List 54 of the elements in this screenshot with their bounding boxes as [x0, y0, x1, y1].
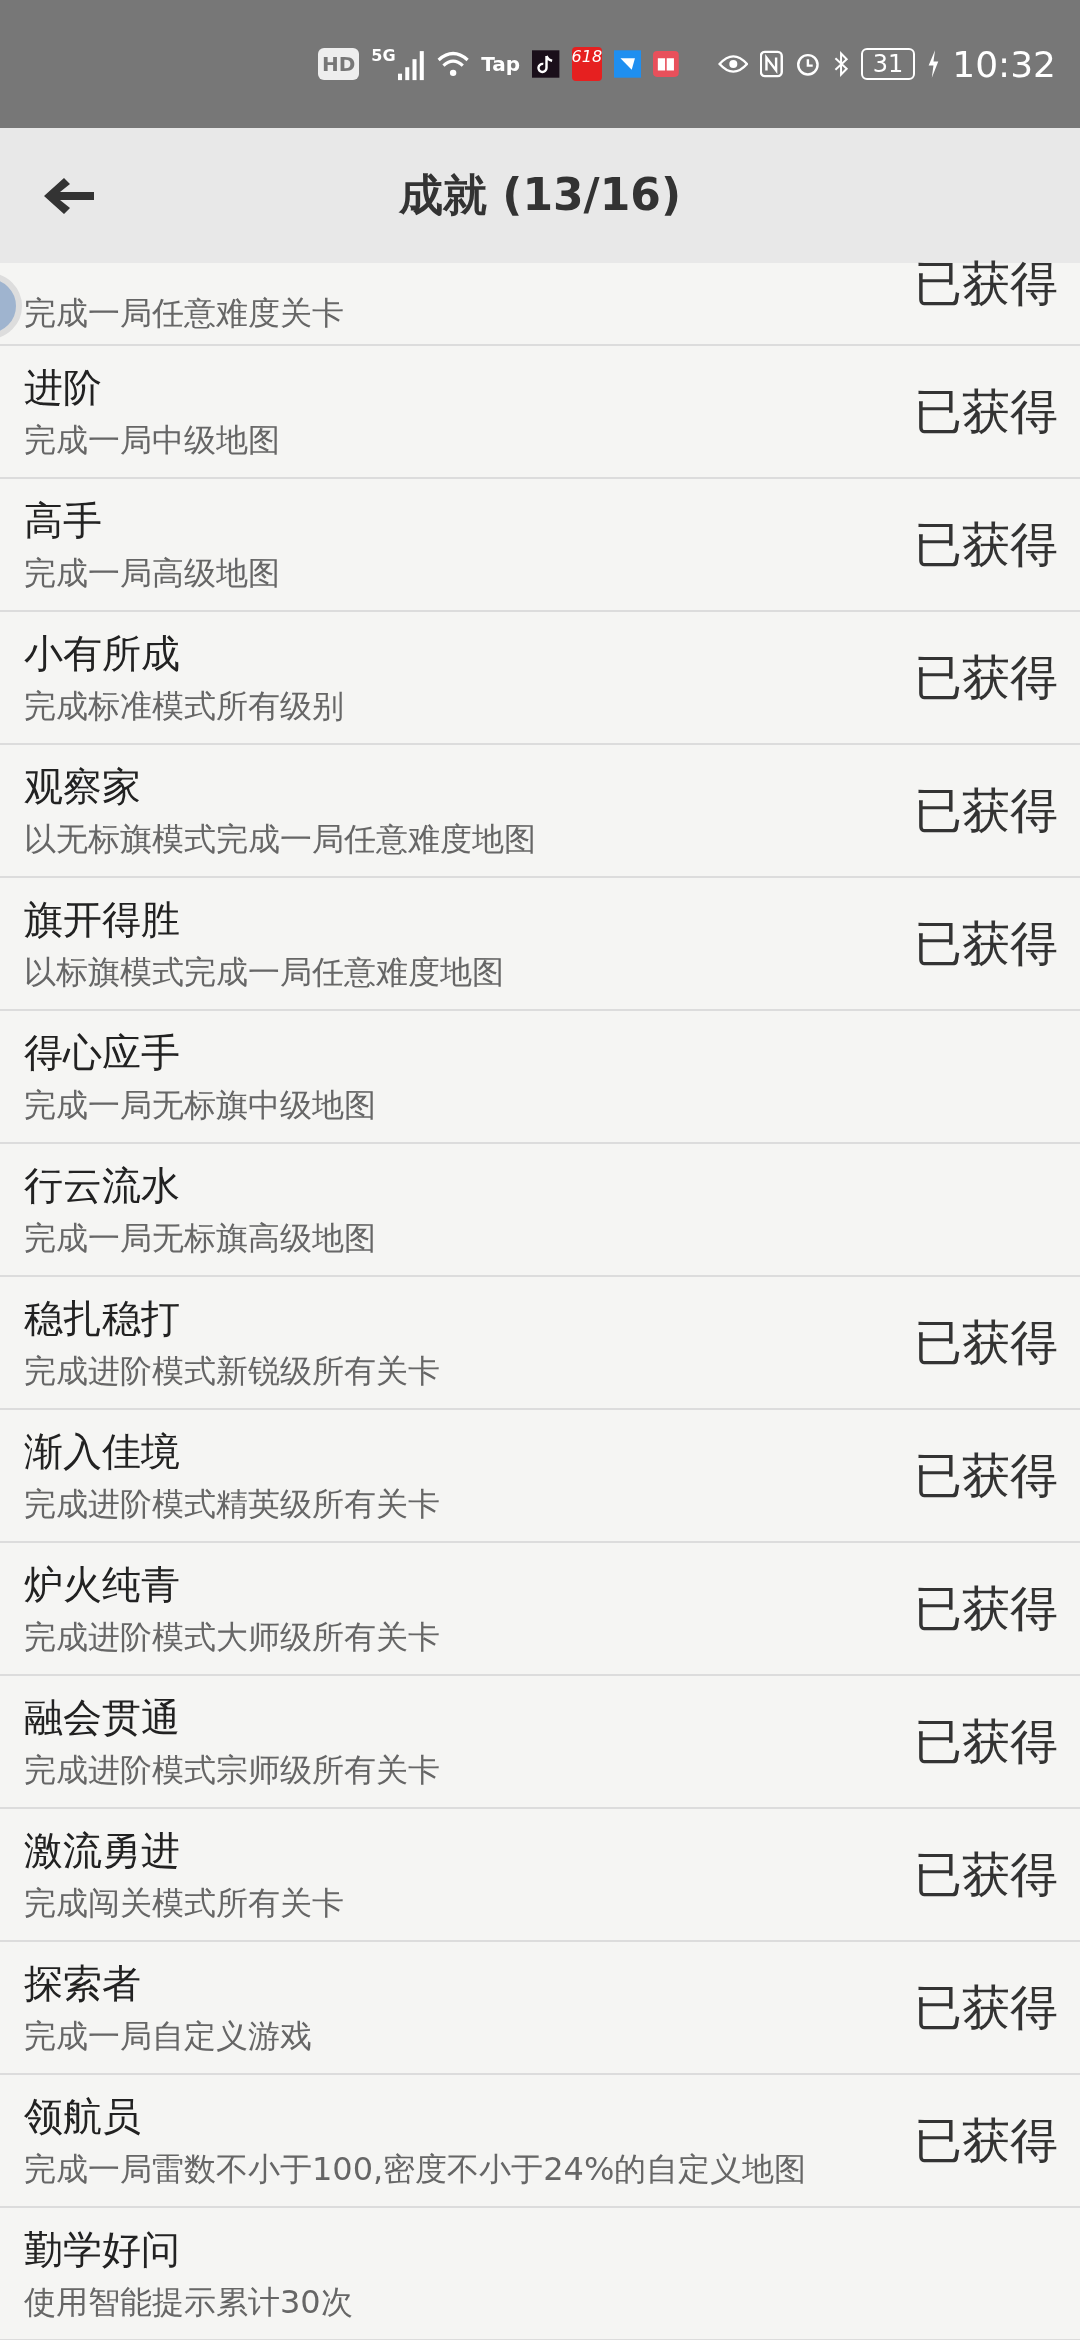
- achievement-title: 领航员: [24, 2092, 142, 2141]
- battery-icon: 31: [860, 48, 916, 80]
- achievement-title: 探索者: [24, 1959, 142, 2008]
- achievement-status: 已获得: [914, 1977, 1058, 2037]
- achievement-description: 完成一局高级地图: [24, 552, 280, 594]
- achievement-status: 已获得: [914, 2110, 1058, 2170]
- achievement-status: 已获得: [914, 381, 1058, 441]
- achievement-title: 得心应手: [24, 1028, 181, 1077]
- achievement-description: 完成一局中级地图: [24, 419, 280, 461]
- achievement-title: 稳扎稳打: [24, 1294, 181, 1343]
- achievement-description: 完成一局雷数不小于100,密度不小于24%的自定义地图: [24, 2148, 807, 2190]
- achievement-description: 完成一局任意难度关卡: [24, 293, 344, 334]
- achievement-description: 使用智能提示累计30次: [24, 2281, 353, 2323]
- achievement-title: 旗开得胜: [24, 895, 181, 944]
- achievement-status: 已获得: [914, 780, 1058, 840]
- achievement-description: 以标旗模式完成一局任意难度地图: [24, 951, 504, 993]
- clock-time: 10:32: [952, 43, 1056, 85]
- achievement-description: 完成闯关模式所有关卡: [24, 1882, 344, 1924]
- achievement-title: 行云流水: [24, 1161, 181, 1210]
- screen-title: 成就 (13/16): [398, 168, 682, 222]
- achievement-title: 渐入佳境: [24, 1427, 181, 1476]
- achievement-description: 完成进阶模式新锐级所有关卡: [24, 1350, 440, 1392]
- achievement-description: 完成进阶模式宗师级所有关卡: [24, 1749, 440, 1791]
- achievement-title: 观察家: [24, 762, 142, 811]
- achievement-description: 完成一局无标旗高级地图: [24, 1217, 376, 1259]
- music-note-icon: [532, 47, 560, 81]
- achievement-status: 已获得: [914, 514, 1058, 574]
- achievement-title: 小有所成: [24, 629, 181, 678]
- achievement-title: 融会贯通: [24, 1693, 181, 1742]
- achievement-status: 已获得: [914, 913, 1058, 973]
- achievement-description: 完成进阶模式大师级所有关卡: [24, 1616, 440, 1658]
- achievement-status: 已获得: [914, 1445, 1058, 1505]
- achievement-title: 高手: [24, 496, 103, 545]
- achievement-status: 已获得: [914, 254, 1058, 313]
- tap-icon: Tap: [481, 52, 521, 76]
- cat-app-icon: 618: [571, 47, 603, 81]
- achievement-status: 已获得: [914, 1578, 1058, 1638]
- achievement-title: 炉火纯青: [24, 1560, 181, 1609]
- achievement-title: 进阶: [24, 363, 103, 412]
- achievement-title: 激流勇进: [24, 1826, 181, 1875]
- achievement-description: 完成标准模式所有级别: [24, 685, 344, 727]
- achievement-status: 已获得: [914, 1711, 1058, 1771]
- nfc-icon: [760, 48, 783, 80]
- achievement-status: 已获得: [914, 1312, 1058, 1372]
- hd-icon: HD: [318, 48, 360, 80]
- network-label: 5G: [371, 45, 396, 65]
- achievement-description: 完成一局自定义游戏: [24, 2015, 312, 2057]
- book-icon: [653, 48, 680, 80]
- achievement-description: 完成进阶模式精英级所有关卡: [24, 1483, 440, 1525]
- achievement-description: 以无标旗模式完成一局任意难度地图: [24, 818, 536, 860]
- achievement-status: 已获得: [914, 1844, 1058, 1904]
- achievement-description: 完成一局无标旗中级地图: [24, 1084, 376, 1126]
- achievement-title: 勤学好问: [24, 2225, 181, 2274]
- achievement-status: 已获得: [914, 647, 1058, 707]
